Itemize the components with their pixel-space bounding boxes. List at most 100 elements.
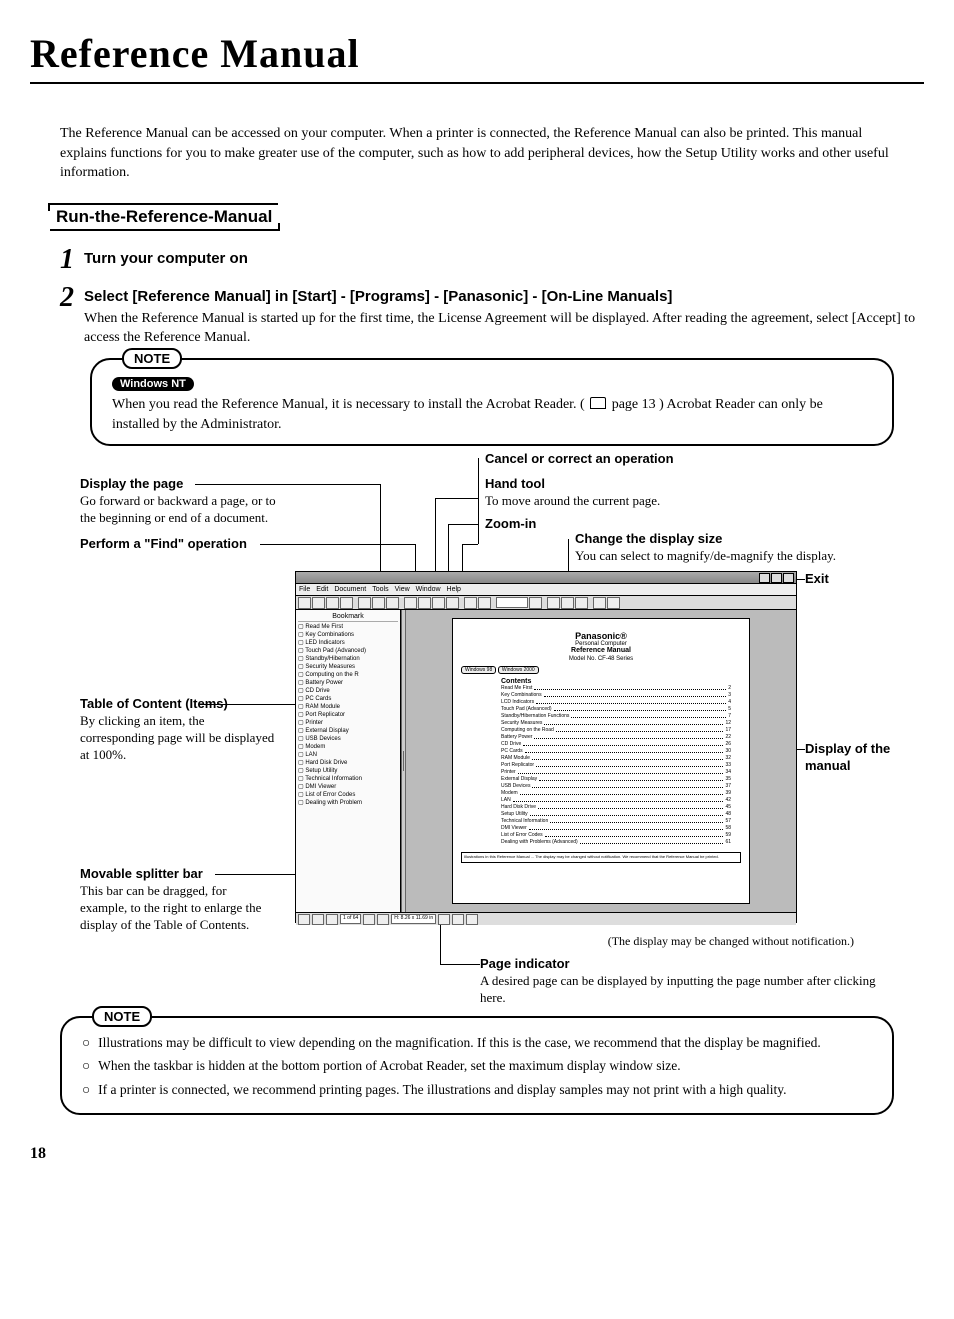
bookmark-item[interactable]: Security Measures — [298, 662, 398, 670]
sb-next-icon[interactable] — [377, 914, 389, 925]
bookmark-item[interactable]: Modem — [298, 742, 398, 750]
note-tab-2: NOTE — [92, 1006, 152, 1027]
step-title-2: Select [Reference Manual] in [Start] - [… — [84, 288, 924, 305]
page-indicator-field[interactable]: 1 of 64 — [340, 914, 361, 924]
zoom-field[interactable] — [496, 597, 528, 608]
menu-edit[interactable]: Edit — [316, 586, 328, 593]
callout-exit: Exit — [805, 571, 829, 588]
bookmark-item[interactable]: LED Indicators — [298, 638, 398, 646]
menu-view[interactable]: View — [395, 586, 410, 593]
toc-row: Dealing with Problems (Advanced)61 — [501, 839, 731, 846]
document-viewport[interactable]: Panasonic® Personal Computer Reference M… — [406, 610, 796, 912]
page-title: Reference Manual — [30, 30, 924, 77]
menu-window[interactable]: Window — [416, 586, 441, 593]
step-1: 1 Turn your computer on — [60, 246, 924, 274]
toc-row: Read Me First2 — [501, 685, 731, 692]
bookmark-item[interactable]: RAM Module — [298, 702, 398, 710]
search-icon[interactable] — [607, 597, 620, 609]
bookmark-item[interactable]: Battery Power — [298, 678, 398, 686]
sb-layout3-icon[interactable] — [466, 914, 478, 925]
toc-row: Key Combinations3 — [501, 692, 731, 699]
document-page: Panasonic® Personal Computer Reference M… — [452, 618, 750, 904]
next-page-icon[interactable] — [432, 597, 445, 609]
callout-cancel-title: Cancel or correct an operation — [485, 451, 674, 468]
prev-page-icon[interactable] — [418, 597, 431, 609]
maximize-icon[interactable] — [771, 573, 782, 583]
callout-toc: Table of Content (Items) By clicking an … — [80, 696, 275, 764]
bookmark-item[interactable]: Key Combinations — [298, 630, 398, 638]
fit-visible-icon[interactable] — [575, 597, 588, 609]
open-icon[interactable] — [298, 597, 311, 609]
nav-icon[interactable] — [340, 597, 353, 609]
select-text-icon[interactable] — [386, 597, 399, 609]
diagram-caption: (The display may be changed without noti… — [608, 934, 854, 949]
bookmark-item[interactable]: Technical Information — [298, 774, 398, 782]
toc-row: External Display35 — [501, 776, 731, 783]
toc-row: Technical Information57 — [501, 818, 731, 825]
hand-tool-icon[interactable] — [358, 597, 371, 609]
callout-display-page-desc: Go forward or backward a page, or to the… — [80, 493, 280, 527]
bookmark-item[interactable]: Printer — [298, 718, 398, 726]
single-page-icon[interactable] — [298, 914, 310, 925]
fit-width-icon[interactable] — [561, 597, 574, 609]
bookmark-item[interactable]: LAN — [298, 750, 398, 758]
bookmark-item[interactable]: External Display — [298, 726, 398, 734]
note-box-2: NOTE Illustrations may be difficult to v… — [60, 1016, 894, 1115]
sb-layout1-icon[interactable] — [438, 914, 450, 925]
callout-zoom-title: Zoom-in — [485, 516, 536, 533]
undo-icon[interactable] — [464, 597, 477, 609]
zoom-dropdown-icon[interactable] — [529, 597, 542, 609]
bookmark-item[interactable]: Touch Pad (Advanced) — [298, 646, 398, 654]
menu-help[interactable]: Help — [447, 586, 461, 593]
fit-page-icon[interactable] — [547, 597, 560, 609]
continuous-icon[interactable] — [312, 914, 324, 925]
bookmark-item[interactable]: Read Me First — [298, 622, 398, 630]
acrobat-toolbar — [296, 596, 796, 610]
last-page-icon[interactable] — [446, 597, 459, 609]
bookmark-item[interactable]: USB Devices — [298, 734, 398, 742]
bookmark-panel[interactable]: Bookmark Read Me FirstKey CombinationsLE… — [296, 610, 401, 912]
bookmark-item[interactable]: CD Drive — [298, 686, 398, 694]
doc-model: Model No. CF-48 Series — [461, 656, 741, 662]
toc-row: Security Measures12 — [501, 720, 731, 727]
sb-prev-icon[interactable] — [363, 914, 375, 925]
toc-row: Touch Pad (Advanced)5 — [501, 706, 731, 713]
callout-page-indicator: Page indicator A desired page can be dis… — [480, 956, 880, 1007]
callout-toc-desc: By clicking an item, the corresponding p… — [80, 713, 275, 764]
callout-find: Perform a "Find" operation — [80, 536, 280, 553]
redo-icon[interactable] — [478, 597, 491, 609]
minimize-icon[interactable] — [759, 573, 770, 583]
intro-paragraph: The Reference Manual can be accessed on … — [60, 124, 894, 183]
callout-zoom: Zoom-in — [485, 516, 536, 533]
doc-title: Reference Manual — [461, 647, 741, 654]
bookmark-item[interactable]: PC Cards — [298, 694, 398, 702]
callout-hand-desc: To move around the current page. — [485, 493, 785, 510]
toc-row: CD Drive26 — [501, 741, 731, 748]
menu-file[interactable]: File — [299, 586, 310, 593]
section-heading-run: Run-the-Reference-Manual — [50, 203, 278, 231]
save-icon[interactable] — [312, 597, 325, 609]
bookmark-item[interactable]: Port Replicator — [298, 710, 398, 718]
bookmark-item[interactable]: Standby/Hibernation — [298, 654, 398, 662]
facing-icon[interactable] — [326, 914, 338, 925]
callout-size-desc: You can select to magnify/de-magnify the… — [575, 548, 895, 565]
bookmark-item[interactable]: Hard Disk Drive — [298, 758, 398, 766]
zoom-in-icon[interactable] — [372, 597, 385, 609]
bookmark-item[interactable]: DMI Viewer — [298, 782, 398, 790]
bookmark-item[interactable]: Computing on the R — [298, 670, 398, 678]
step-number-1: 1 — [60, 246, 74, 274]
bookmark-item[interactable]: Setup Utility — [298, 766, 398, 774]
callout-page-indicator-title: Page indicator — [480, 956, 880, 973]
toc-row: LCD Indicators4 — [501, 699, 731, 706]
menu-tools[interactable]: Tools — [372, 586, 388, 593]
first-page-icon[interactable] — [404, 597, 417, 609]
note2-list: Illustrations may be difficult to view d… — [82, 1033, 872, 1100]
close-icon[interactable] — [783, 573, 794, 583]
sb-layout2-icon[interactable] — [452, 914, 464, 925]
print-icon[interactable] — [326, 597, 339, 609]
bookmark-item[interactable]: List of Error Codes — [298, 790, 398, 798]
bookmark-item[interactable]: Dealing with Problem — [298, 798, 398, 806]
acrobat-menubar[interactable]: File Edit Document Tools View Window Hel… — [296, 584, 796, 596]
find-icon[interactable] — [593, 597, 606, 609]
menu-document[interactable]: Document — [334, 586, 366, 593]
